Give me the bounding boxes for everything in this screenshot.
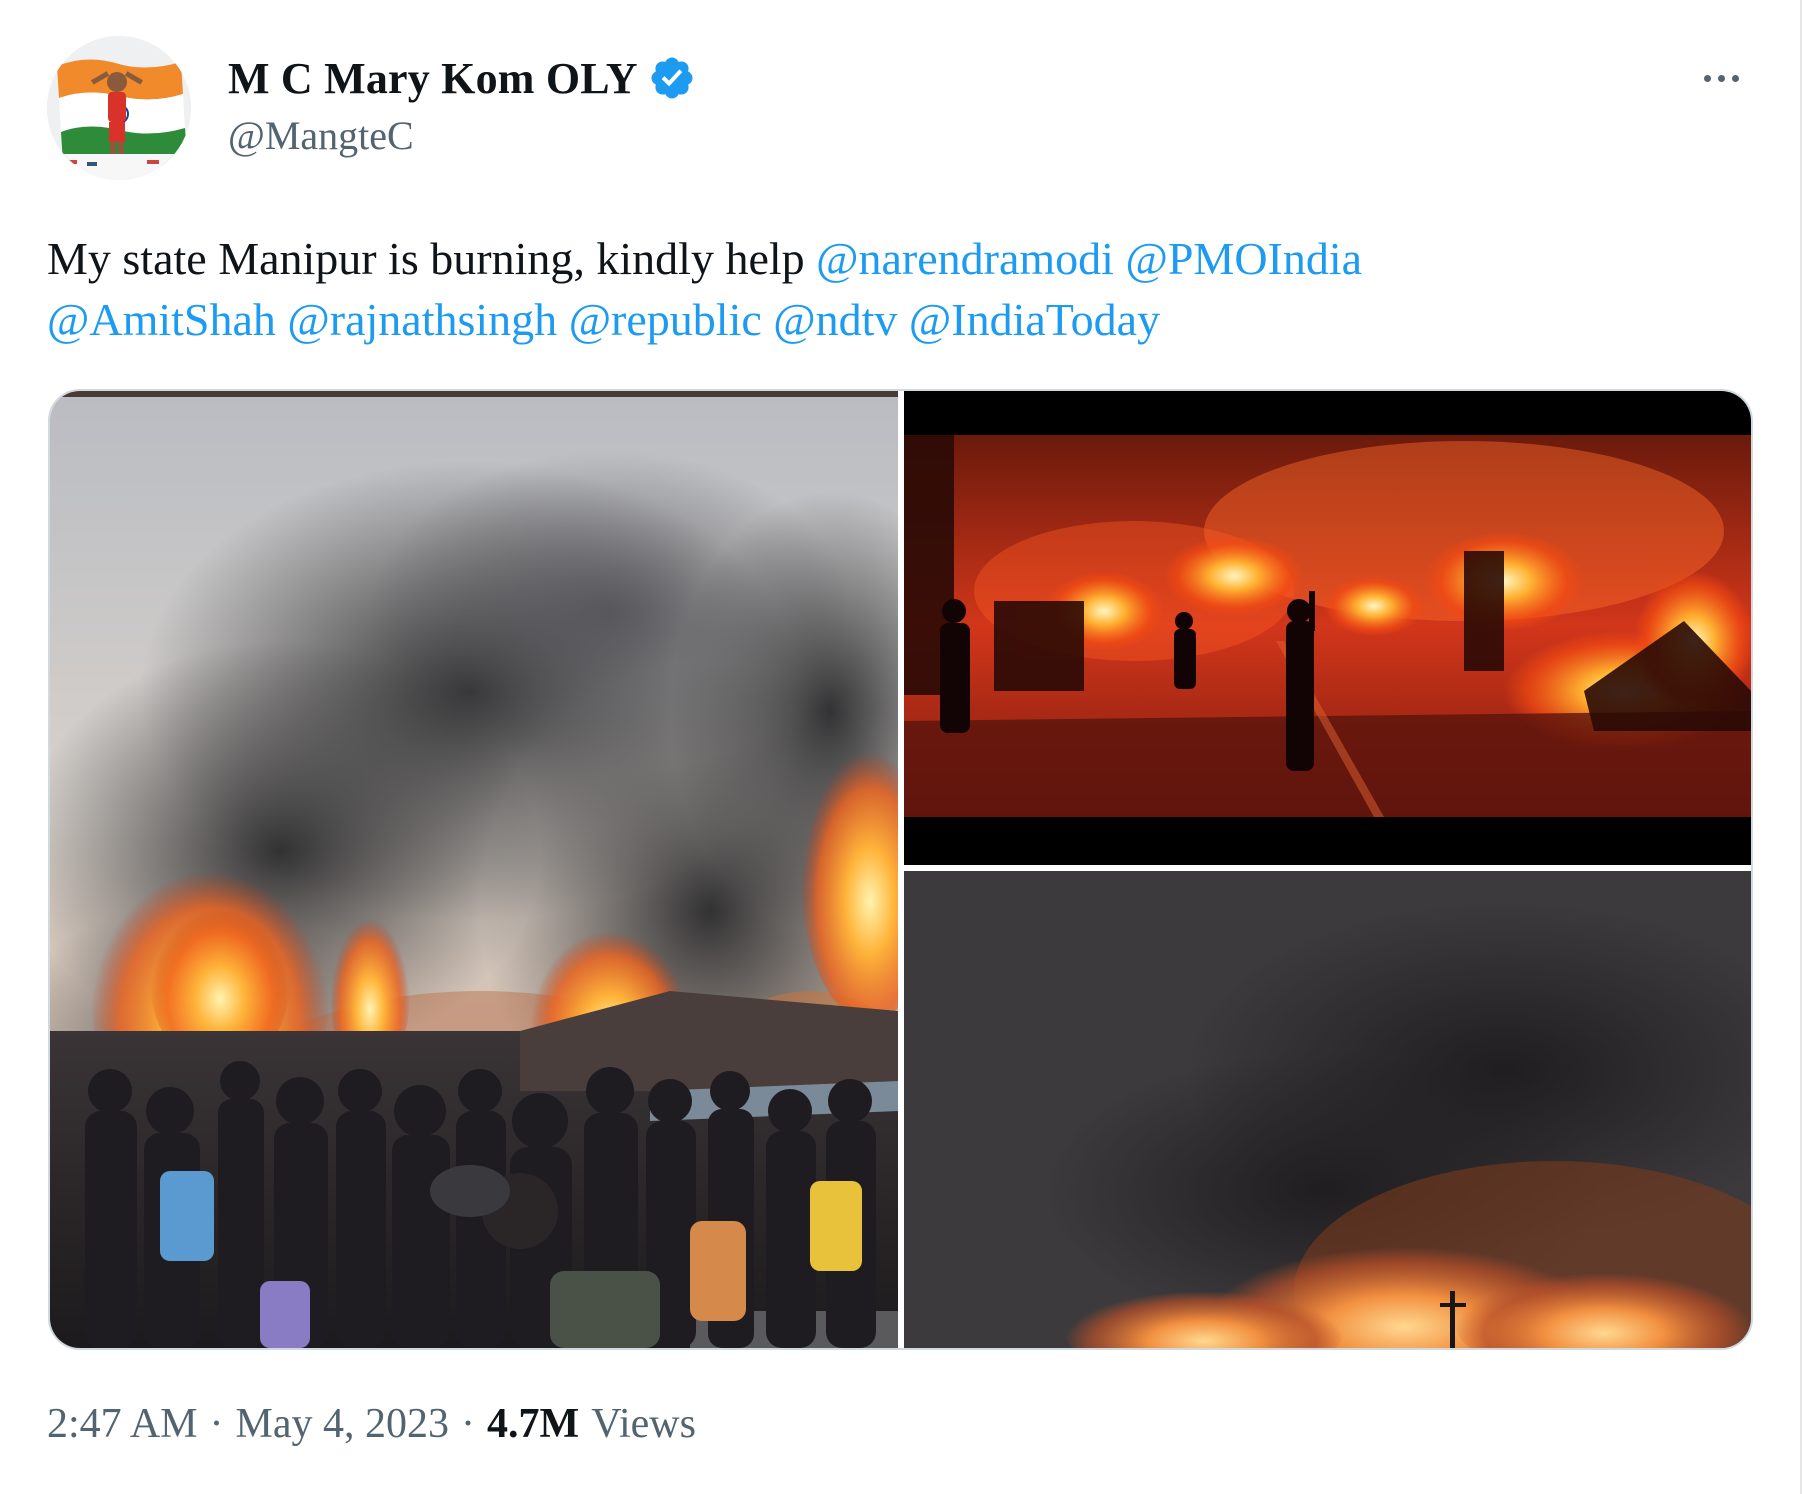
more-dot (1717, 74, 1725, 82)
meta-separator: · (461, 1401, 476, 1447)
mention-pmoindia[interactable]: @PMOIndia (1125, 233, 1362, 284)
mention-amitshah[interactable]: @AmitShah (47, 294, 276, 345)
more-horizontal-icon[interactable] (1693, 56, 1749, 100)
avatar-image (47, 36, 191, 180)
tweet-date[interactable]: May 4, 2023 (236, 1400, 450, 1448)
handle[interactable]: @MangteC (228, 112, 414, 159)
mention-indiatoday[interactable]: @IndiaToday (909, 294, 1160, 345)
views-label[interactable]: Views (591, 1400, 696, 1448)
more-dot (1703, 74, 1711, 82)
mention-republic[interactable]: @republic (569, 294, 762, 345)
photo-night-fire-street[interactable] (904, 391, 1751, 865)
tweet-text: My state Manipur is burning, kindly help… (47, 228, 1747, 350)
mention-rajnathsingh[interactable]: @rajnathsingh (287, 294, 557, 345)
tweet-meta: 2:47 AM · May 4, 2023 · 4.7M Views (47, 1400, 696, 1448)
tweet-text-body: My state Manipur is burning, kindly help (47, 233, 805, 284)
photo-crowd-fire[interactable] (50, 391, 898, 1348)
tweet: M C Mary Kom OLY @MangteC My state Manip… (0, 0, 1802, 1494)
avatar[interactable] (47, 36, 191, 180)
mention-ndtv[interactable]: @ndtv (773, 294, 897, 345)
photo-smoke-fire-night[interactable] (904, 871, 1751, 1348)
tweet-time[interactable]: 2:47 AM (47, 1400, 198, 1448)
more-dot (1731, 74, 1739, 82)
views-count: 4.7M (487, 1401, 580, 1447)
mention-narendramodi[interactable]: @narendramodi (816, 233, 1114, 284)
media-grid (48, 389, 1753, 1350)
meta-separator: · (209, 1401, 224, 1447)
verified-badge-icon[interactable] (648, 54, 696, 102)
display-name[interactable]: M C Mary Kom OLY (228, 53, 638, 104)
display-name-row: M C Mary Kom OLY (228, 50, 696, 106)
